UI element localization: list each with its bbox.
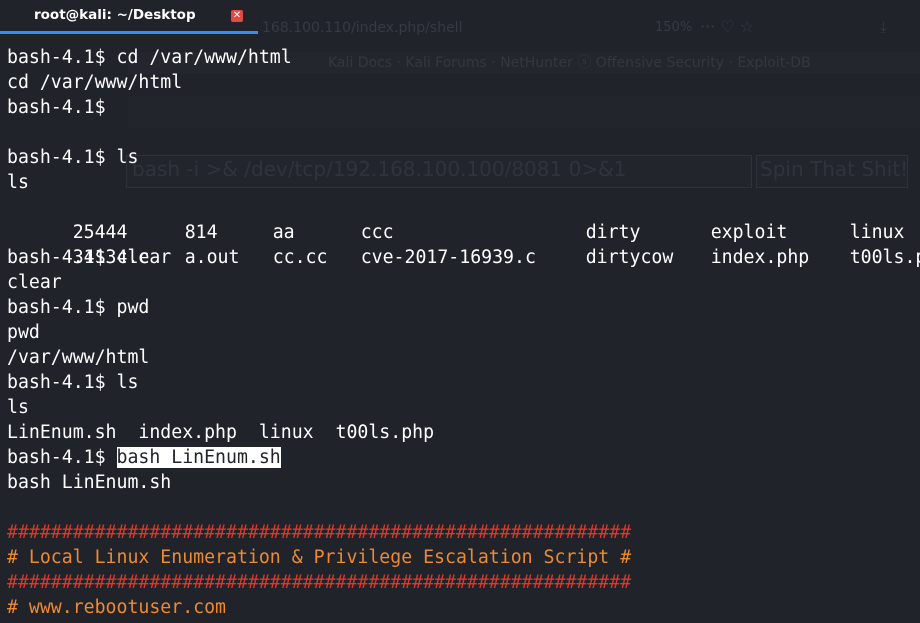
terminal-line-selected: bash-4.1$ bash LinEnum.sh — [7, 445, 917, 470]
tab-terminal[interactable]: root@kali: ~/Desktop ✕ — [0, 0, 258, 34]
ls-entry: index.php — [710, 247, 810, 268]
terminal-window: root@kali: ~/Desktop ✕ 168.100.110/index… — [0, 0, 920, 623]
ls-entry: 814 — [184, 222, 218, 243]
ls-entry: aa — [272, 222, 295, 243]
terminal-line: clear — [7, 272, 62, 293]
terminal-line: bash-4.1$ ls — [7, 372, 139, 393]
ls-entry: t00ls.php — [849, 247, 920, 268]
ls-entry: dirtycow — [585, 247, 674, 268]
prompt: bash-4.1$ — [7, 447, 117, 468]
banner-title: # Local Linux Enumeration & Privilege Es… — [7, 547, 632, 568]
terminal-line: /var/www/html — [7, 347, 150, 368]
tab-bar: root@kali: ~/Desktop ✕ — [0, 0, 920, 35]
selected-command[interactable]: bash LinEnum.sh — [116, 447, 281, 468]
ls-entry: cc.cc — [272, 247, 328, 268]
ls-entry: dirty — [585, 222, 641, 243]
banner-url: # www.rebootuser.com — [7, 597, 226, 618]
ls-entry: 25444 — [72, 222, 128, 243]
terminal-line: ls — [7, 397, 29, 418]
ls-entry: ccc — [360, 222, 394, 243]
ls-entry: a.out — [184, 247, 240, 268]
terminal-line: bash-4.1$ ls — [7, 147, 139, 168]
terminal-line: bash-4.1$ — [7, 97, 106, 118]
terminal-line: bash-4.1$ pwd — [7, 297, 150, 318]
banner-hashes: ########################################… — [7, 572, 632, 593]
ls-row: 25444 814 aa ccc dirty exploit linux — [7, 195, 917, 243]
ls-entry: linux — [849, 222, 905, 243]
terminal-line: pwd — [7, 322, 40, 343]
terminal-line: bash-4.1$ cd /var/www/html — [7, 47, 292, 68]
tab-title: root@kali: ~/Desktop — [34, 7, 196, 23]
banner-hashes: ########################################… — [7, 522, 632, 543]
terminal-line: LinEnum.sh index.php linux t00ls.php — [7, 422, 435, 443]
terminal-line: cd /var/www/html — [7, 72, 183, 93]
ls-entry: exploit — [710, 222, 788, 243]
terminal-output[interactable]: bash-4.1$ cd /var/www/html cd /var/www/h… — [7, 45, 920, 620]
close-icon[interactable]: ✕ — [231, 10, 243, 22]
tab-active-indicator — [0, 31, 258, 34]
terminal-line: ls — [7, 172, 29, 193]
terminal-line: bash LinEnum.sh — [7, 472, 172, 493]
ls-entry: cve-2017-16939.c — [360, 247, 536, 268]
